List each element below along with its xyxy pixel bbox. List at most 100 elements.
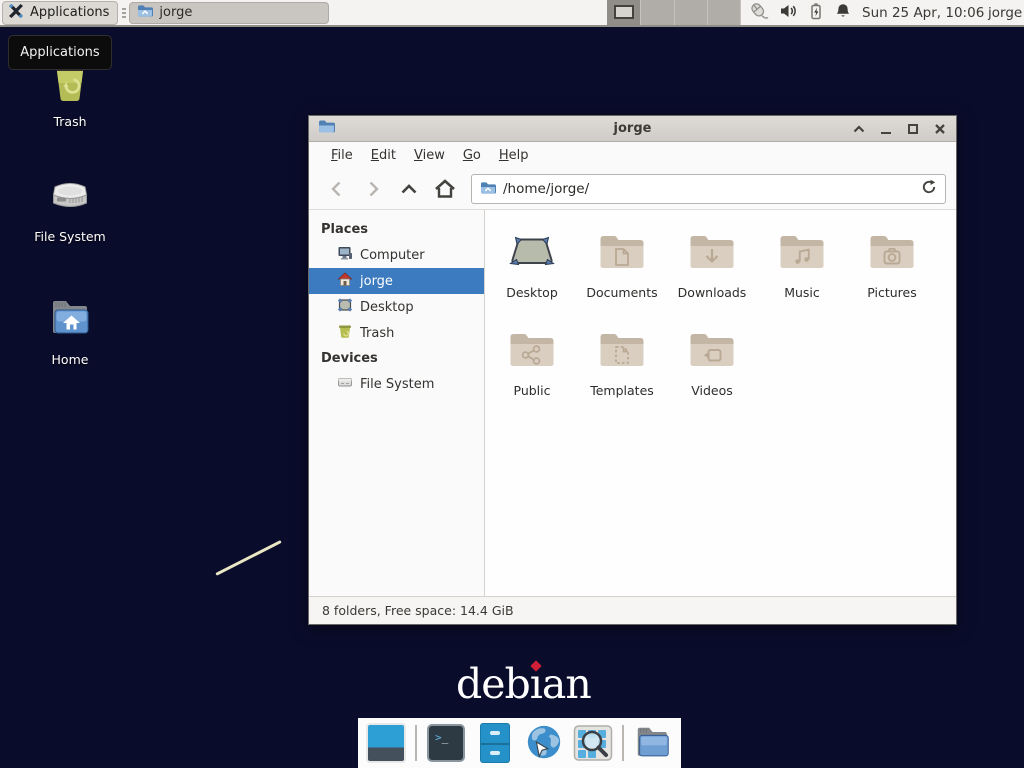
home-folder-icon [46, 293, 94, 345]
file-item-label: Documents [586, 285, 657, 300]
places-header: Places [309, 217, 484, 242]
file-item-label: Templates [590, 383, 654, 398]
status-bar: 8 folders, Free space: 14.4 GiB [309, 596, 956, 624]
sidebar-item-trash[interactable]: Trash [309, 320, 484, 346]
file-grid: Desktop Documents [485, 210, 956, 596]
show-desktop-icon[interactable] [366, 723, 406, 763]
home-button[interactable] [427, 173, 463, 205]
sidebar-item-jorge[interactable]: jorge [309, 268, 484, 294]
dock-separator [622, 725, 624, 761]
applications-menu-button[interactable]: Applications [2, 1, 118, 25]
pictures-folder-icon [868, 228, 916, 280]
dock-panel: >_ [358, 718, 681, 768]
file-item-label: Videos [691, 383, 733, 398]
forward-button[interactable] [355, 173, 391, 205]
debian-logo-text-end: an [542, 660, 591, 708]
desktop-icon-file-system[interactable]: File System [20, 170, 120, 244]
path-bar [471, 174, 946, 204]
debian-logo-i: ı [530, 660, 542, 708]
shade-button[interactable] [852, 122, 866, 136]
desktop-folder-icon [508, 228, 556, 280]
workspace-3[interactable] [675, 0, 708, 25]
system-tray [748, 0, 852, 25]
file-item-desktop[interactable]: Desktop [487, 222, 577, 320]
workspace-4[interactable] [708, 0, 741, 25]
mouse-icon[interactable] [748, 1, 770, 25]
taskbar-window-button[interactable]: jorge [129, 2, 329, 24]
sidebar-item-label: Trash [360, 326, 394, 341]
downloads-folder-icon [688, 228, 736, 280]
file-item-label: Pictures [867, 285, 917, 300]
menu-view[interactable]: View [405, 144, 454, 167]
file-item-music[interactable]: Music [757, 222, 847, 320]
workspace-1[interactable] [608, 0, 641, 25]
reload-icon[interactable] [921, 179, 937, 199]
notifications-icon[interactable] [834, 2, 852, 24]
workspace-window-preview [614, 5, 634, 19]
documents-folder-icon [598, 228, 646, 280]
desktop-icon [337, 297, 353, 317]
desktop-icon-label: File System [34, 229, 106, 244]
xfce-logo-icon [7, 2, 25, 24]
menu-help[interactable]: Help [490, 144, 538, 167]
workspace-2[interactable] [641, 0, 674, 25]
file-manager-window: jorge File Edit View Go Help [308, 115, 957, 625]
top-panel: Applications jorge [0, 0, 1024, 27]
sidebar-item-computer[interactable]: Computer [309, 242, 484, 268]
applications-menu-label: Applications [30, 5, 109, 20]
panel-clock[interactable]: Sun 25 Apr, 10:06 [862, 0, 984, 25]
path-folder-icon [480, 180, 496, 199]
toolbar [309, 169, 956, 210]
desktop-icon-label: Trash [53, 114, 86, 129]
file-cabinet-icon[interactable] [475, 723, 515, 763]
web-browser-icon[interactable] [524, 723, 564, 763]
drive-icon [46, 170, 94, 222]
workspace-pager [607, 0, 741, 25]
desktop: Applications jorge [0, 0, 1024, 768]
window-titlebar-icon[interactable] [318, 119, 335, 138]
file-item-pictures[interactable]: Pictures [847, 222, 937, 320]
music-folder-icon [778, 228, 826, 280]
file-item-label: Desktop [506, 285, 558, 300]
file-item-label: Music [784, 285, 820, 300]
status-text: 8 folders, Free space: 14.4 GiB [322, 603, 514, 618]
desktop-icon-label: Home [52, 352, 89, 367]
up-button[interactable] [391, 173, 427, 205]
menu-go[interactable]: Go [454, 144, 490, 167]
file-item-templates[interactable]: Templates [577, 320, 667, 418]
file-item-downloads[interactable]: Downloads [667, 222, 757, 320]
back-button[interactable] [319, 173, 355, 205]
desktop-icon-home[interactable]: Home [20, 293, 120, 367]
sidebar-item-file-system[interactable]: File System [309, 371, 484, 397]
menu-edit[interactable]: Edit [362, 144, 405, 167]
window-titlebar[interactable]: jorge [309, 116, 956, 142]
volume-icon[interactable] [779, 2, 798, 24]
applications-tooltip: Applications [8, 35, 112, 70]
taskbar-window-label: jorge [159, 5, 192, 20]
public-folder-icon [508, 326, 556, 378]
panel-handle[interactable] [120, 5, 127, 21]
file-item-videos[interactable]: Videos [667, 320, 757, 418]
sidebar-item-label: File System [360, 377, 434, 392]
user-home-icon [337, 271, 353, 291]
file-item-documents[interactable]: Documents [577, 222, 667, 320]
battery-icon[interactable] [807, 2, 825, 24]
drive-icon [337, 374, 353, 394]
terminal-icon[interactable]: >_ [426, 723, 466, 763]
application-finder-icon[interactable] [573, 723, 613, 763]
panel-username[interactable]: jorge [988, 0, 1022, 25]
path-input[interactable] [503, 181, 914, 197]
close-button[interactable] [933, 122, 947, 136]
menu-bar: File Edit View Go Help [309, 142, 956, 169]
file-item-public[interactable]: Public [487, 320, 577, 418]
menu-file[interactable]: File [322, 144, 362, 167]
devices-header: Devices [309, 346, 484, 371]
file-manager-icon[interactable] [633, 723, 673, 763]
side-pane: Places Computer [309, 210, 485, 596]
sidebar-item-label: Desktop [360, 300, 414, 315]
wallpaper-swirl-line [215, 540, 281, 576]
sidebar-item-desktop[interactable]: Desktop [309, 294, 484, 320]
dock-separator [415, 725, 417, 761]
minimize-button[interactable] [879, 122, 893, 136]
maximize-button[interactable] [906, 122, 920, 136]
